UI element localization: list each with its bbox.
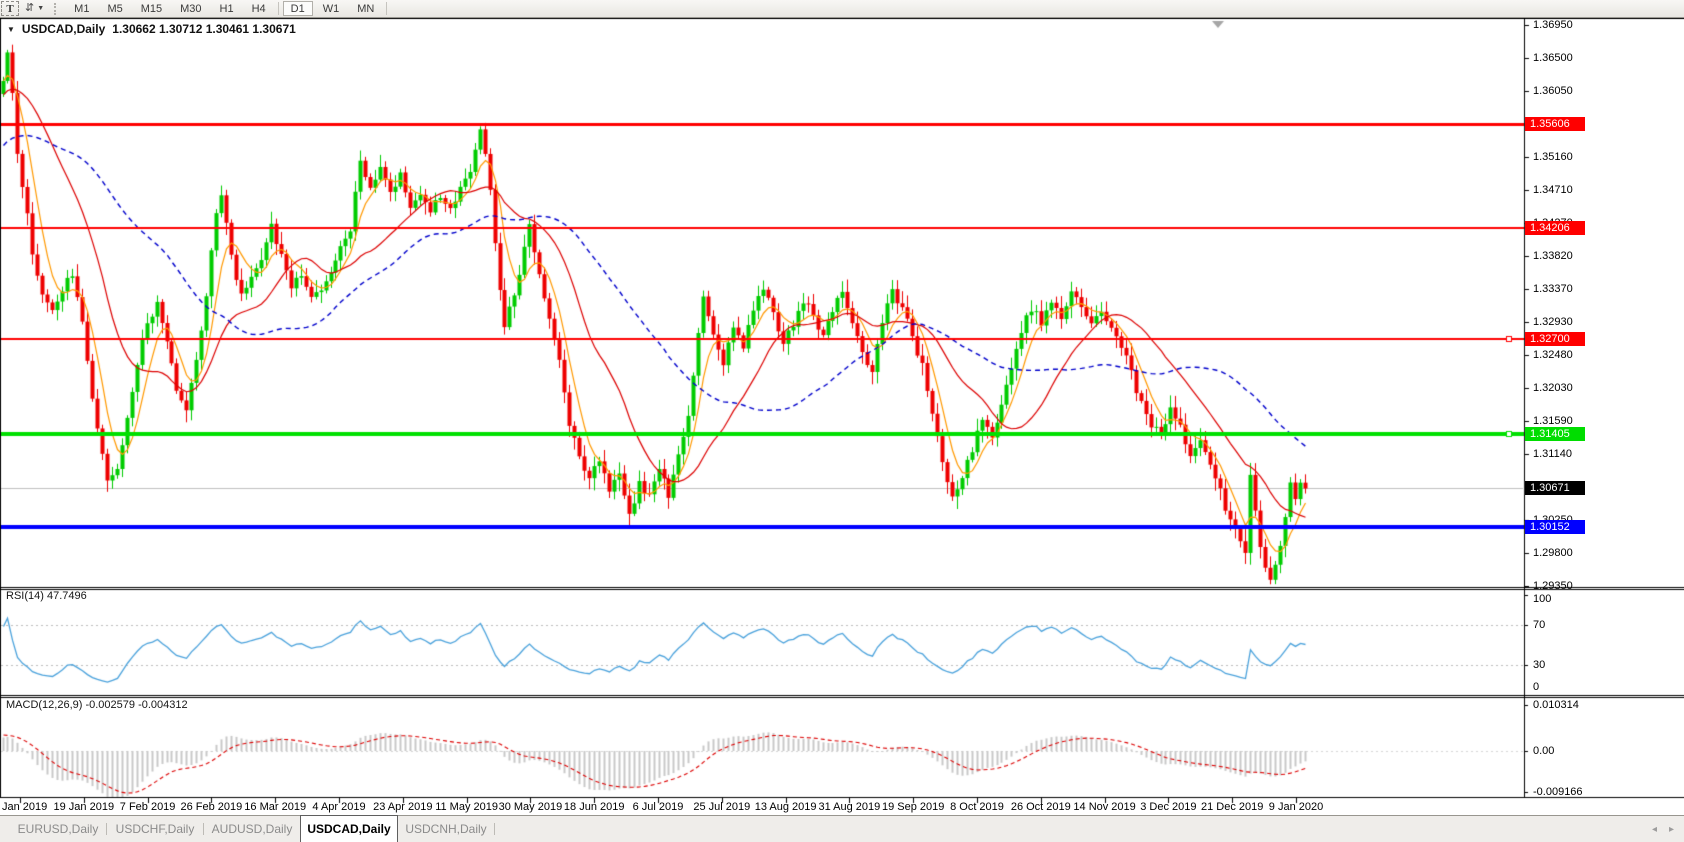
date-tick-label: 26 Feb 2019 [180,801,243,813]
price-tick-label: 1.31590 [1533,414,1573,427]
price-tick-label: 1.31140 [1533,447,1572,460]
timeframe-button-M15[interactable]: M15 [133,1,170,16]
date-tick-label: 11 May 2019 [435,801,498,813]
macd-indicator-label: MACD(12,26,9) -0.002579 -0.004312 [6,699,188,711]
price-tick-label: 1.35160 [1533,151,1573,164]
price-line-label-1.30152: 1.30152 [1525,519,1585,534]
timeframe-button-D1[interactable]: D1 [282,1,313,16]
tabs-scroll-left-icon[interactable]: ◂ [1652,824,1657,835]
toolbar: T ⇵ ▼ M1 M5 M15 M30 H1 H4 D1 W1 MN [0,0,1684,18]
price-tick-label: 1.29800 [1533,546,1573,559]
chart-menu-arrow-icon[interactable]: ▼ [7,25,15,34]
date-tick-label: 30 May 2019 [498,801,563,813]
price-tick-label: 1.36950 [1533,19,1573,31]
chevron-down-icon: ▼ [37,5,45,12]
date-tick-label: 3 Dec 2019 [1140,801,1197,813]
price-line-label-1.34206: 1.34206 [1525,220,1585,235]
price-tick-label: 1.34710 [1533,184,1573,197]
date-tick-label: 8 Oct 2019 [950,801,1004,813]
mt4-window: { "toolbar": { "text_tool_label": "T", "… [0,0,1684,842]
tab-scroll-arrows: ◂ ▸ [1652,816,1674,842]
tab-eurusd[interactable]: EURUSD,Daily [10,816,106,842]
price-line-label-1.35606: 1.35606 [1525,117,1585,132]
timeframe-button-H1[interactable]: H1 [212,1,242,16]
price-chart-canvas[interactable] [0,18,1684,804]
date-tick-label: 4 Apr 2019 [312,801,366,813]
tab-usdcad[interactable]: USDCAD,Daily [300,815,398,842]
price-tick-label: 1.29350 [1533,580,1573,592]
price-tick-label: 1.33370 [1533,283,1573,296]
rsi-level-label: 30 [1533,659,1546,671]
date-tick-label: 19 Sep 2019 [881,801,945,813]
date-tick-label: 14 Nov 2019 [1073,801,1136,813]
tab-strip: EURUSD,Daily USDCHF,Daily AUDUSD,Daily USDC… [10,815,495,842]
date-tick-label: 18 Jun 2019 [563,801,625,813]
date-tick-label: 26 Oct 2019 [1010,801,1071,813]
price-line-label-1.31405: 1.31405 [1525,427,1585,442]
timeframe-button-MN[interactable]: MN [349,1,382,16]
date-tick-label: 1 Jan 2019 [0,801,48,813]
timeframe-button-W1[interactable]: W1 [315,1,348,16]
timeframe-toolbar: M1 M5 M15 M30 H1 H4 D1 W1 MN [65,0,390,17]
date-tick-label: 16 Mar 2019 [244,801,307,813]
date-tick-label: 9 Jan 2020 [1268,801,1324,813]
macd-level-label: -0.009166 [1533,785,1583,798]
date-tick-label: 13 Aug 2019 [754,801,817,813]
rsi-level-label: 0 [1533,681,1540,693]
price-tick-label: 1.32030 [1533,382,1573,395]
chart-ohlc-label: 1.30662 1.30712 1.30461 1.30671 [112,22,296,36]
timeframe-button-M1[interactable]: M1 [66,1,97,16]
price-tick-label: 1.36500 [1533,52,1573,65]
objects-dropdown-button[interactable]: ⇵ ▼ [21,1,48,16]
price-tick-label: 1.32480 [1533,348,1573,361]
tabs-scroll-right-icon[interactable]: ▸ [1669,824,1674,835]
sort-arrows-icon: ⇵ [25,2,35,14]
price-tick-label: 1.32930 [1533,315,1573,328]
timeframe-button-H4[interactable]: H4 [244,1,274,16]
date-tick-label: 21 Dec 2019 [1200,801,1264,813]
macd-level-label: 0.00 [1533,745,1555,757]
date-tick-label: 6 Jul 2019 [632,801,684,813]
text-tool-label: T [6,2,14,15]
date-tick-label: 31 Aug 2019 [818,801,881,813]
price-line-label-1.32700: 1.32700 [1525,331,1585,346]
tab-audusd[interactable]: AUDUSD,Daily [204,816,300,842]
price-tick-label: 1.36050 [1533,85,1573,98]
toolbar-separator [386,2,388,15]
price-tick-label: 1.33820 [1533,250,1573,263]
toolbar-separator [277,2,279,15]
tab-usdchf[interactable]: USDCHF,Daily [107,816,203,842]
date-tick-label: 7 Feb 2019 [119,801,176,813]
text-tool-button[interactable]: T [1,1,19,16]
macd-level-label: 0.010314 [1533,698,1579,711]
chart-title: ▼ USDCAD,Daily 1.30662 1.30712 1.30461 1… [7,22,296,36]
price-line-label-1.30671: 1.30671 [1525,481,1585,496]
chart-tab-bar: EURUSD,Daily USDCHF,Daily AUDUSD,Daily USDC… [0,815,1684,842]
rsi-indicator-label: RSI(14) 47.7496 [6,590,87,602]
rsi-level-label: 70 [1533,619,1546,631]
rsi-level-label: 100 [1533,593,1552,605]
date-tick-label: 25 Jul 2019 [693,801,751,813]
toolbar-grip [54,2,59,15]
date-tick-label: 23 Apr 2019 [373,801,433,813]
date-tick-label: 19 Jan 2019 [53,801,115,813]
timeframe-button-M5[interactable]: M5 [99,1,130,16]
tab-separator [494,823,495,835]
tab-usdcnh[interactable]: USDCNH,Daily [398,816,494,842]
timeframe-button-M30[interactable]: M30 [172,1,209,16]
chart-symbol-label: USDCAD,Daily [21,22,106,36]
